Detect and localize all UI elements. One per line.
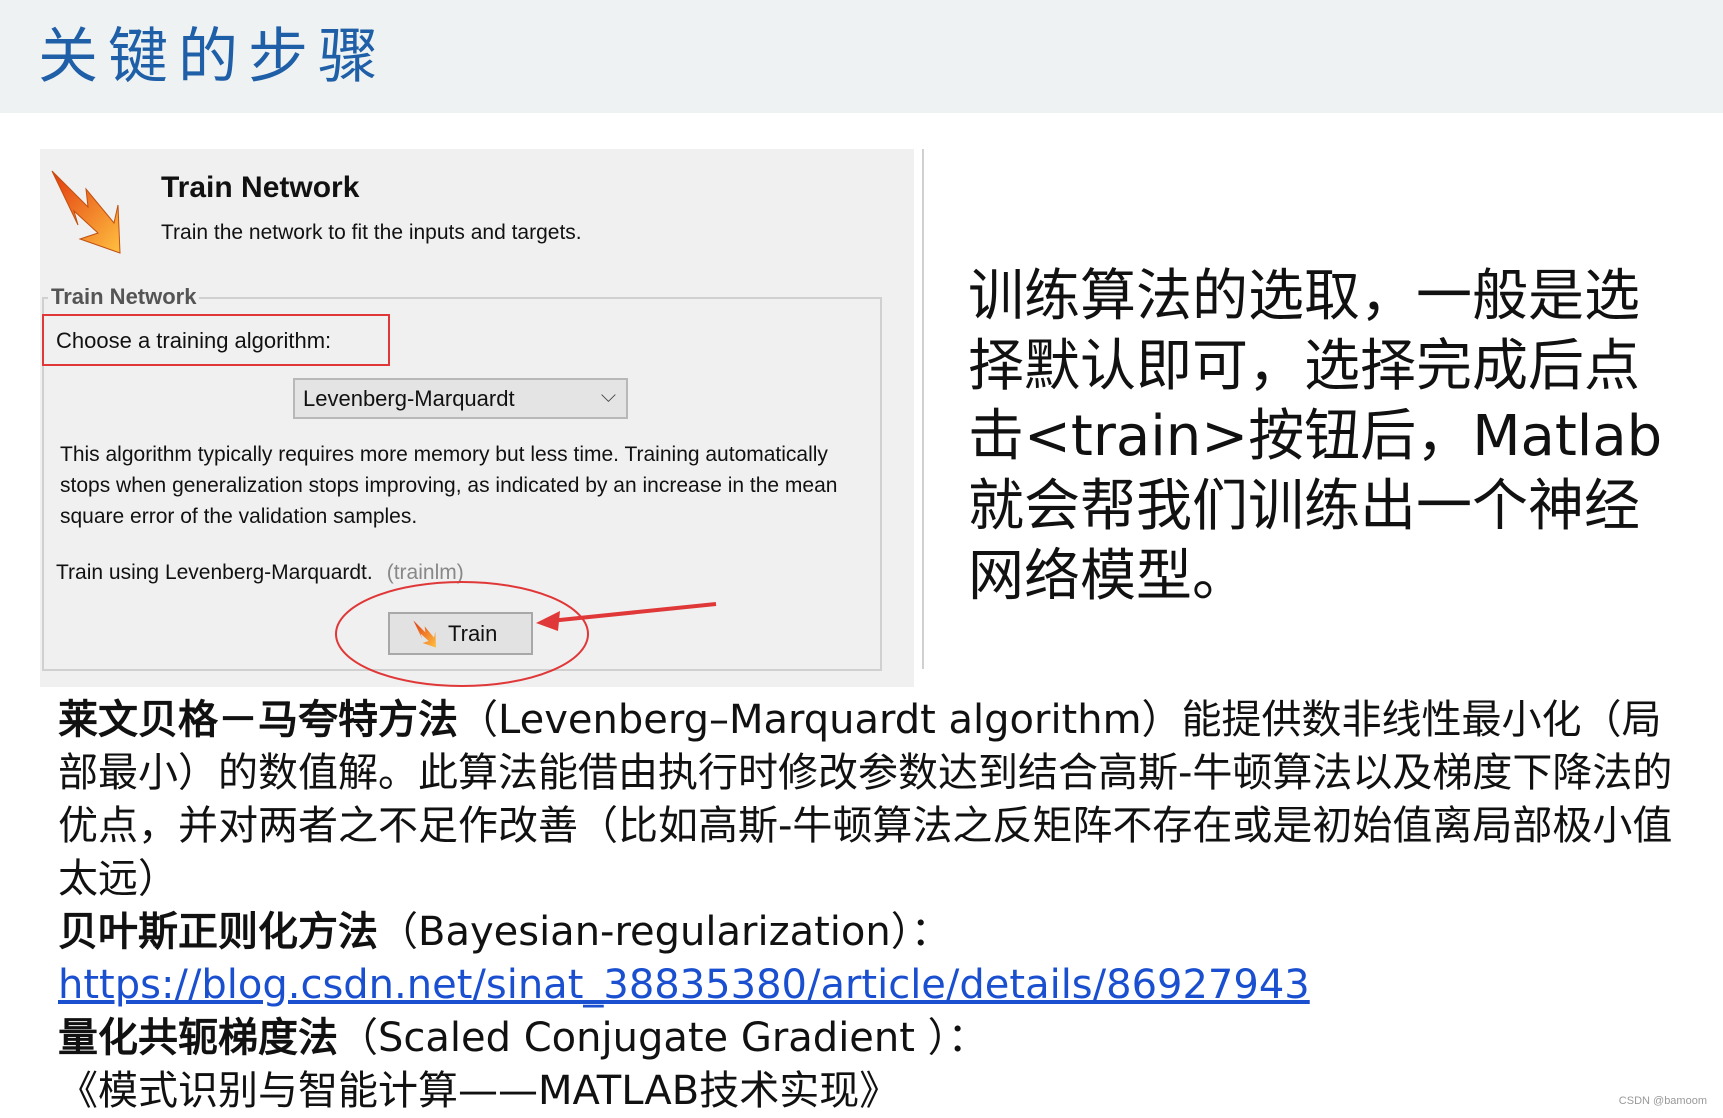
br-reference-link[interactable]: https://blog.csdn.net/sinat_38835380/art…	[58, 962, 1310, 1008]
train-using-text: Train using Levenberg-Marquardt. (trainlm…	[56, 561, 464, 585]
train-function-name: (trainlm)	[386, 561, 464, 584]
scg-text: （Scaled Conjugate Gradient ）：	[338, 1015, 988, 1061]
panel-divider	[922, 149, 928, 669]
lm-title: 莱文贝格－马夸特方法	[58, 697, 458, 743]
br-paragraph: 贝叶斯正则化方法（Bayesian-regularization）：	[58, 906, 1698, 959]
scg-paragraph: 量化共轭梯度法（Scaled Conjugate Gradient ）：	[58, 1012, 1698, 1065]
choose-label-text: Choose a training algorithm:	[56, 328, 332, 353]
train-icon	[413, 620, 436, 648]
instruction-text: 训练算法的选取，一般是选择默认即可，选择完成后点击<train>按钮后，Matl…	[968, 264, 1663, 609]
slide-header: 关键的步骤	[0, 0, 1723, 113]
lm-paragraph: 莱文贝格－马夸特方法（Levenberg–Marquardt algorithm…	[58, 694, 1698, 906]
algorithm-description: This algorithm typically requires more m…	[60, 443, 838, 528]
train-button[interactable]: Train	[388, 612, 533, 655]
slide-title: 关键的步骤	[38, 22, 388, 92]
train-button-label: Train	[448, 621, 498, 646]
chevron-down-icon: ⌵	[600, 385, 616, 407]
train-network-dialog: Train Network Train the network to fit t…	[40, 149, 914, 687]
watermark: CSDN @bamoom	[1618, 1095, 1707, 1107]
dialog-subtitle: Train the network to fit the inputs and …	[161, 221, 582, 244]
algorithm-select[interactable]: Levenberg-Marquardt ⌵	[293, 378, 628, 419]
group-label: Train Network	[48, 284, 200, 310]
lightning-arrow-icon	[51, 170, 121, 254]
algorithm-value: Levenberg-Marquardt	[303, 386, 515, 411]
choose-algorithm-label: Choose a training algorithm:	[42, 314, 390, 366]
book-reference: 《模式识别与智能计算——MATLAB技术实现》	[58, 1068, 900, 1114]
br-text: （Bayesian-regularization）：	[378, 909, 951, 955]
train-using-label: Train using Levenberg-Marquardt.	[56, 561, 373, 584]
dialog-title: Train Network	[161, 171, 360, 204]
br-title: 贝叶斯正则化方法	[58, 909, 378, 955]
scg-title: 量化共轭梯度法	[58, 1015, 338, 1061]
algorithm-notes: 莱文贝格－马夸特方法（Levenberg–Marquardt algorithm…	[58, 694, 1698, 1118]
